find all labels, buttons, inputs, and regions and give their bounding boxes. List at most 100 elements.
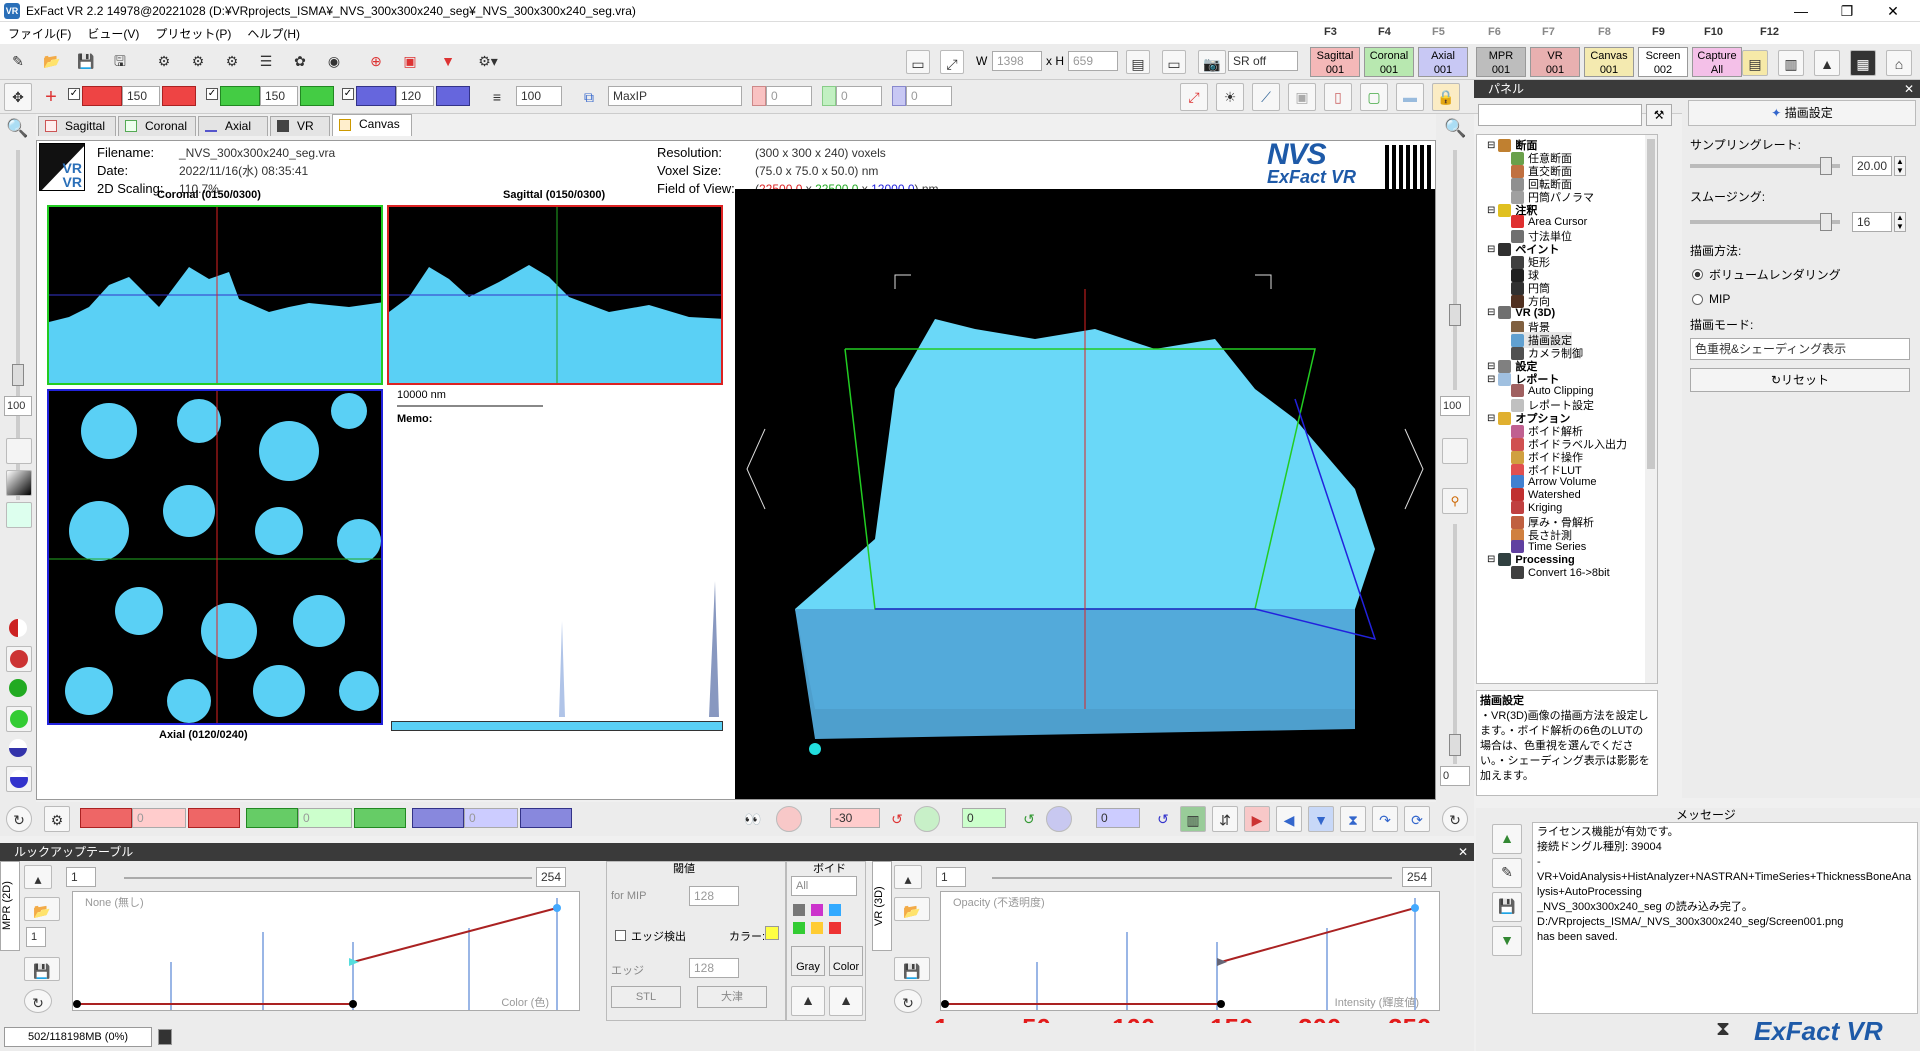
vr-3d-view[interactable] xyxy=(735,189,1435,799)
crosshair-icon[interactable]: + xyxy=(40,84,62,110)
histogram-icon[interactable]: ▲ xyxy=(1814,50,1840,76)
red-stepper-down[interactable] xyxy=(82,86,122,106)
paint-icon[interactable]: ✿ xyxy=(286,48,314,76)
msg-save-icon[interactable]: 💾 xyxy=(1492,892,1522,922)
tree-item[interactable]: Arrow Volume xyxy=(1511,475,1596,488)
msg-up-icon[interactable]: ▲ xyxy=(1492,824,1522,854)
reset-button[interactable]: ↻リセット xyxy=(1690,368,1910,392)
save-icon[interactable]: 💾 xyxy=(72,48,100,76)
green-stepper-up[interactable] xyxy=(300,86,334,106)
render-mode-select[interactable]: MaxIP xyxy=(608,86,742,106)
mode-button-mpr[interactable]: MPR 001 xyxy=(1476,47,1526,77)
lut-close-icon[interactable]: ✕ xyxy=(1458,843,1468,861)
light-icon[interactable]: ☀ xyxy=(1216,83,1244,111)
tree-item[interactable]: Auto Clipping xyxy=(1511,384,1593,397)
tree-item[interactable]: Convert 16->8bit xyxy=(1511,566,1610,579)
settings-header-button[interactable]: ✦ 描画設定 xyxy=(1688,100,1916,126)
clip-plane-icon[interactable]: ▯ xyxy=(1324,83,1352,111)
smoothing-slider[interactable] xyxy=(1690,213,1840,231)
green-checkbox[interactable]: ✓ xyxy=(206,88,218,100)
mode-button-capture[interactable]: Capture All xyxy=(1692,47,1742,77)
mode-button-axial[interactable]: Axial 001 xyxy=(1418,47,1468,77)
save-as-icon[interactable]: 🖫 xyxy=(106,48,134,76)
menu-view[interactable]: ビュー(V) xyxy=(79,25,147,42)
vr-max-input[interactable]: 254 xyxy=(1402,867,1432,887)
vr-min-input[interactable]: 1 xyxy=(936,867,966,887)
toshiba-icon[interactable]: ▣ xyxy=(396,48,424,76)
msg-down-icon[interactable]: ▼ xyxy=(1492,926,1522,956)
open-folder-icon[interactable]: 📂 xyxy=(38,48,66,76)
coronal-full-icon[interactable] xyxy=(6,706,32,732)
vr-fit-icon[interactable] xyxy=(1442,438,1468,464)
tree-item[interactable]: Area Cursor xyxy=(1511,215,1587,228)
ax-stepper-up[interactable] xyxy=(520,808,572,828)
rot-y-input[interactable]: 0 xyxy=(962,808,1006,828)
green-slice-input[interactable]: 150 xyxy=(260,86,298,106)
tree-expand-icon[interactable]: ⊟ xyxy=(1487,244,1495,255)
void-color-button[interactable]: Color xyxy=(829,946,863,976)
sr-camera-icon[interactable]: 📷 xyxy=(1198,50,1226,74)
eyes-icon[interactable]: 👀 xyxy=(740,806,766,832)
mpr-lut-graph[interactable]: None (無し) Color (色) xyxy=(72,891,580,1011)
tree-expand-icon[interactable]: ⊟ xyxy=(1487,205,1495,216)
vr-depth-thumb[interactable] xyxy=(1449,734,1461,756)
blue-checkbox[interactable]: ✓ xyxy=(342,88,354,100)
rot-x-icon[interactable] xyxy=(776,806,802,832)
mpr-max-input[interactable]: 254 xyxy=(536,867,566,887)
tab-sagittal[interactable]: Sagittal xyxy=(38,116,116,136)
layout-icon[interactable]: ▤ xyxy=(1126,50,1150,74)
menu-file[interactable]: ファイル(F) xyxy=(0,25,79,42)
ax-stepper[interactable] xyxy=(412,808,464,828)
refresh-left-icon[interactable]: ↻ xyxy=(6,806,32,832)
layout2-icon[interactable]: ▭ xyxy=(1162,50,1186,74)
tab-axial[interactable]: Axial xyxy=(198,116,268,136)
green-window-input[interactable]: 0 xyxy=(836,86,882,106)
view-cycle-icon[interactable]: ⟳ xyxy=(1404,806,1430,832)
mode-button-screen[interactable]: Screen 002 xyxy=(1638,47,1688,77)
vr-folder-icon[interactable]: 📂 xyxy=(894,897,930,921)
red-stepper-up[interactable] xyxy=(162,86,196,106)
vr-save-icon[interactable]: 💾 xyxy=(894,957,930,981)
mode-button-sagittal[interactable]: Sagittal 001 xyxy=(1310,47,1360,77)
edge-threshold-input[interactable]: 128 xyxy=(689,958,739,978)
vr-lut-graph[interactable]: Opacity (不透明度) Intensity (輝度値) xyxy=(940,891,1440,1011)
zoom-value[interactable]: 100 xyxy=(4,396,32,416)
tab-vr[interactable]: VR xyxy=(270,116,330,136)
tool-b-icon[interactable]: ⚙ xyxy=(184,48,212,76)
folder-icon[interactable]: ▤ xyxy=(1742,50,1768,76)
view-left-icon[interactable]: ◀ xyxy=(1276,806,1302,832)
mode-button-vr[interactable]: VR 001 xyxy=(1530,47,1580,77)
sampling-input[interactable]: 20.00 xyxy=(1852,156,1892,176)
sagittal-view[interactable] xyxy=(387,205,723,385)
mpr-lut-icon[interactable]: ▴ xyxy=(24,865,52,889)
panel-close-icon[interactable]: ✕ xyxy=(1904,80,1914,98)
tree-expand-icon[interactable]: ⊟ xyxy=(1487,361,1495,372)
mpr-folder-icon[interactable]: 📂 xyxy=(24,897,60,921)
sag-offset-input[interactable]: 0 xyxy=(132,808,186,828)
red-slice-input[interactable]: 150 xyxy=(122,86,160,106)
rot-y-icon[interactable] xyxy=(914,806,940,832)
zoom-icon[interactable]: 🔍 xyxy=(6,118,28,139)
fit-icon[interactable]: ⤢ xyxy=(940,50,964,74)
coronal-view[interactable] xyxy=(47,205,383,385)
smoothing-input[interactable]: 16 xyxy=(1852,212,1892,232)
grid-icon[interactable] xyxy=(6,502,32,528)
method-vr-option[interactable]: ボリュームレンダリング xyxy=(1692,266,1841,283)
tree-item[interactable]: ⊟ Processing xyxy=(1487,553,1575,566)
vr-zoom-thumb[interactable] xyxy=(1449,304,1461,326)
tree-item[interactable]: Kriging xyxy=(1511,501,1562,514)
tree-item[interactable]: Time Series xyxy=(1511,540,1586,553)
mpr-side-tab[interactable]: MPR (2D) xyxy=(0,861,20,951)
tree-tool-icon[interactable]: ⚒ xyxy=(1646,104,1672,126)
sampling-spinner[interactable]: ▲ ▼ xyxy=(1894,156,1906,176)
mpr-range-slider[interactable] xyxy=(124,877,532,879)
slab-clip-icon[interactable]: ▬ xyxy=(1396,83,1424,111)
notes-icon[interactable]: ▥ xyxy=(1778,50,1804,76)
zoom-slider-thumb[interactable] xyxy=(12,364,24,386)
blue-stepper-up[interactable] xyxy=(436,86,470,106)
cor-stepper[interactable] xyxy=(246,808,298,828)
mpr-min-input[interactable]: 1 xyxy=(66,867,96,887)
stl-button[interactable]: STL xyxy=(611,986,681,1008)
tree-expand-icon[interactable]: ⊟ xyxy=(1487,140,1495,151)
tab-canvas[interactable]: Canvas xyxy=(332,114,412,136)
